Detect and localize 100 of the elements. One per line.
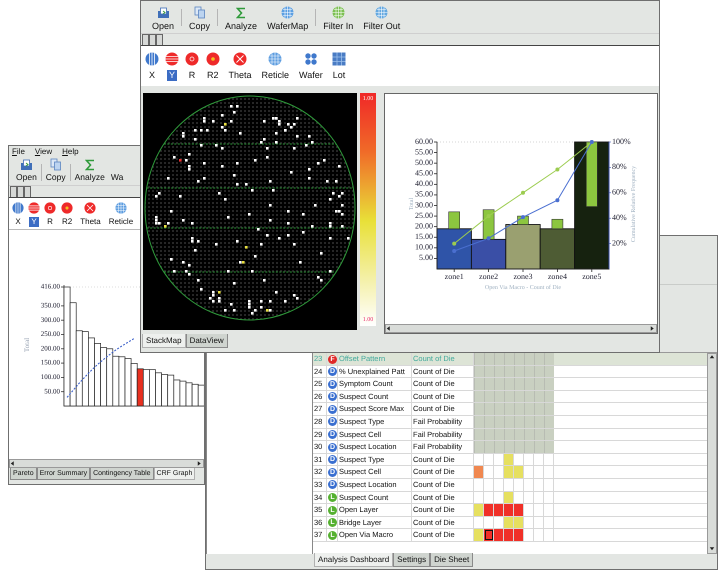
heat-cell[interactable] — [504, 466, 514, 478]
tab-handle[interactable] — [156, 34, 163, 45]
tab-handle[interactable] — [149, 34, 156, 45]
view-toggle[interactable]: Lot — [328, 52, 350, 84]
view-toggle[interactable]: Theta — [224, 52, 257, 84]
vertical-scrollbar[interactable] — [707, 353, 717, 554]
view-toggle[interactable]: R — [182, 52, 202, 84]
menu-item[interactable]: View — [34, 148, 52, 157]
horizontal-stripes-icon — [28, 202, 40, 214]
heat-cell[interactable] — [474, 466, 484, 478]
view-toggle[interactable]: Y — [162, 52, 182, 84]
scroll-arrow-icon[interactable] — [650, 325, 656, 332]
x-tick-label: zone5 — [582, 272, 602, 281]
horizontal-scrollbar[interactable] — [385, 324, 657, 333]
view-toggle[interactable]: X — [142, 52, 162, 84]
dot-icon — [61, 202, 74, 214]
tab[interactable]: StackMap — [142, 334, 186, 348]
folder-icon — [156, 6, 170, 19]
data-point — [486, 236, 491, 240]
tick-mark — [591, 268, 592, 272]
toolbar-button[interactable]: Open — [13, 159, 40, 183]
heat-cell[interactable] — [484, 529, 494, 541]
heat-cell[interactable] — [494, 529, 504, 541]
y-tick-label: 30.00 — [415, 200, 433, 210]
heat-cell[interactable] — [504, 454, 514, 466]
heat-cell[interactable] — [514, 529, 524, 541]
view-toggle[interactable]: Y — [26, 202, 42, 227]
tab-handle[interactable] — [142, 34, 149, 45]
y-tick-label: 55.00 — [415, 147, 433, 156]
data-point — [555, 198, 560, 202]
axis-tick-label: 100% — [612, 136, 631, 146]
cross-icon — [233, 52, 248, 66]
heat-cell[interactable] — [494, 504, 504, 516]
heat-cell[interactable] — [514, 516, 524, 528]
heat-cell[interactable] — [504, 516, 514, 528]
grid-square-icon — [332, 52, 346, 66]
sigma-icon — [84, 159, 95, 172]
heat-cell[interactable] — [474, 504, 484, 516]
four-dots-icon — [304, 52, 318, 66]
tick-mark — [434, 152, 438, 153]
view-toggle[interactable]: Wafer — [294, 52, 328, 84]
tab[interactable]: Settings — [393, 553, 430, 568]
data-point — [521, 215, 525, 220]
heat-cell[interactable] — [504, 504, 514, 516]
heat-cell[interactable] — [514, 466, 524, 478]
x-tick-label: zone4 — [548, 272, 567, 281]
toolbar-button[interactable]: Open — [147, 6, 180, 31]
heat-cell[interactable] — [484, 504, 494, 516]
tick-mark — [434, 247, 438, 248]
view-toggle[interactable]: R — [42, 202, 58, 227]
toolbar-button[interactable]: WaferMap — [262, 6, 314, 31]
toolbar-button[interactable]: Analyze — [72, 159, 108, 183]
scroll-arrow-icon[interactable] — [197, 460, 203, 467]
tick-mark — [434, 236, 438, 238]
view-toggle[interactable]: Reticle — [256, 52, 294, 84]
data-point — [452, 249, 456, 253]
y-tick-label: 45.00 — [415, 168, 433, 178]
tick-mark — [522, 268, 524, 272]
scroll-arrow-icon[interactable] — [386, 325, 392, 332]
tab[interactable]: DataView — [186, 334, 228, 348]
scroll-arrow-icon[interactable] — [709, 546, 715, 553]
tab[interactable]: Die Sheet — [430, 553, 474, 568]
heat-cell[interactable] — [474, 529, 484, 541]
view-toggle[interactable]: R2 — [58, 202, 76, 227]
menu-item[interactable]: Help — [62, 148, 79, 157]
toolbar-button[interactable]: Filter Out — [358, 6, 406, 31]
cumulative-line — [66, 338, 134, 398]
x-tick-label: zone3 — [513, 272, 533, 281]
vertical-stripes-icon — [145, 52, 159, 66]
y-tick-label: 40.00 — [415, 179, 433, 188]
toolbar-button[interactable]: Copy — [42, 158, 69, 183]
view-toggle[interactable]: R2 — [202, 52, 224, 84]
x-tick-label: zone2 — [479, 272, 498, 281]
globe-icon — [332, 6, 345, 19]
tab[interactable]: Analysis Dashboard — [314, 553, 394, 568]
heat-cell[interactable] — [514, 504, 524, 516]
menu-item[interactable]: File — [12, 148, 25, 157]
toolbar-button[interactable]: Copy — [184, 6, 216, 31]
tick-mark — [434, 162, 438, 164]
view-toggle[interactable]: Reticle — [104, 202, 138, 227]
toolbar-label[interactable]: Wa — [108, 173, 126, 183]
tab-handle[interactable] — [10, 186, 17, 197]
y-tick-label: 25.00 — [415, 210, 433, 220]
tick-mark — [434, 184, 438, 185]
tick-mark — [488, 268, 489, 272]
scroll-arrow-icon[interactable] — [10, 460, 16, 467]
scroll-arrow-icon[interactable] — [709, 354, 715, 361]
tab-handle[interactable] — [17, 186, 24, 197]
copy-icon — [50, 158, 62, 172]
heat-cell[interactable] — [504, 492, 514, 504]
view-toggle[interactable]: Theta — [76, 202, 105, 227]
y-tick-label: 10.00 — [415, 242, 433, 252]
toolbar-button[interactable]: Analyze — [220, 6, 262, 31]
tick-mark — [434, 226, 438, 228]
toolbar-button[interactable]: Filter In — [318, 6, 358, 31]
tick-mark — [454, 268, 455, 272]
tick-mark — [60, 305, 64, 306]
tab-handle[interactable] — [24, 186, 31, 197]
heat-cell[interactable] — [504, 529, 514, 541]
view-toggle[interactable]: X — [10, 202, 26, 227]
